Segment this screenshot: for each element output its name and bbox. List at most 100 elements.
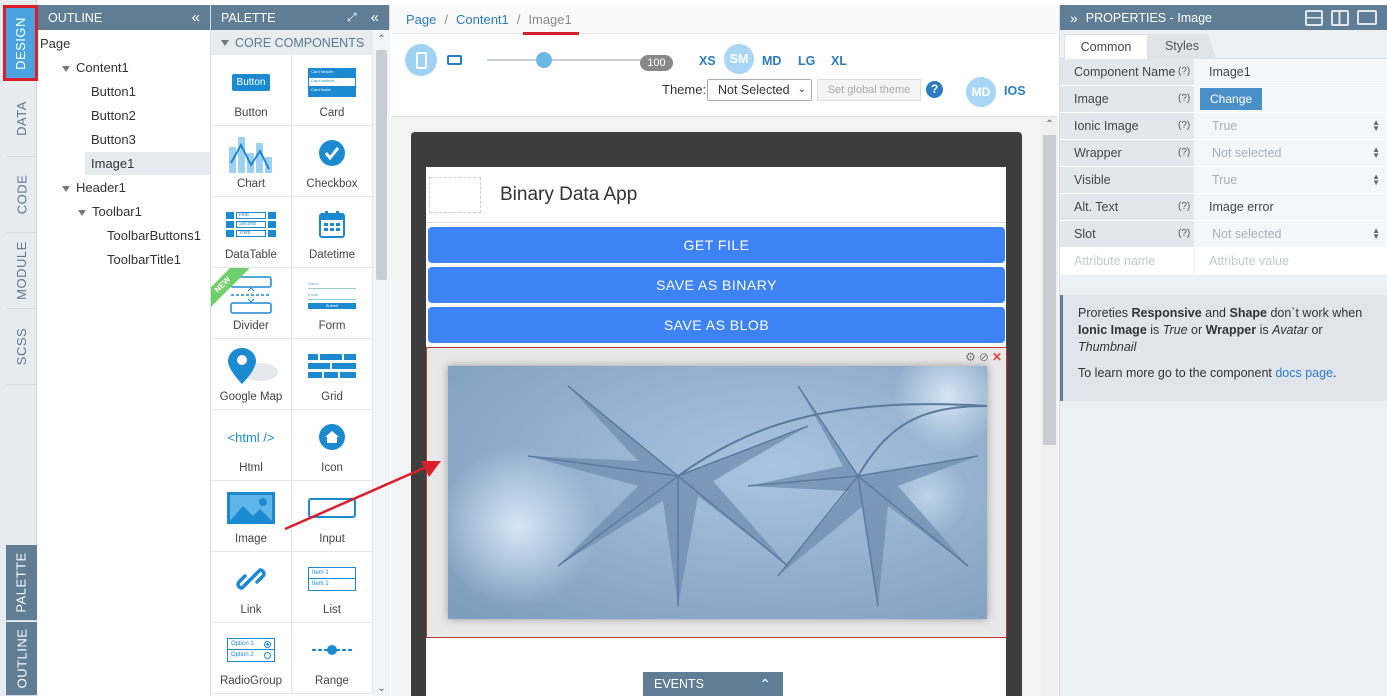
- help-icon[interactable]: (?): [1178, 194, 1190, 220]
- mode-md-button[interactable]: MD: [966, 77, 996, 107]
- palette-item-radiogroup[interactable]: Option 1 Option 2 RadioGroup: [211, 623, 292, 694]
- slot-select[interactable]: Not selected ▲ ▼: [1194, 221, 1387, 247]
- expand-caret-icon[interactable]: [62, 65, 70, 72]
- change-image-button[interactable]: Change: [1200, 88, 1263, 110]
- component-name-field[interactable]: Image1: [1194, 59, 1387, 85]
- save-as-binary-button[interactable]: SAVE AS BINARY: [428, 267, 1005, 303]
- folder-icon[interactable]: [1357, 10, 1377, 25]
- chart-icon: [227, 132, 275, 174]
- tab-code[interactable]: CODE: [6, 157, 37, 233]
- tree-item-toolbarbuttons1[interactable]: ToolbarButtons1: [107, 224, 201, 247]
- expand-caret-icon[interactable]: [78, 209, 86, 216]
- alt-text-field[interactable]: Image error: [1194, 194, 1387, 220]
- help-icon[interactable]: (?): [1178, 113, 1190, 139]
- tree-item-toolbartitle1[interactable]: ToolbarTitle1: [107, 248, 181, 271]
- tab-palette[interactable]: PALETTE: [6, 545, 37, 621]
- mode-ios-button[interactable]: IOS: [1004, 84, 1026, 98]
- tree-item-button2[interactable]: Button2: [91, 104, 136, 127]
- palette-item-card[interactable]: Card header Card content Card footer Car…: [292, 55, 373, 126]
- scroll-down-icon[interactable]: ⌄: [373, 683, 390, 694]
- prop-row-custom-attribute: Attribute name Attribute value: [1060, 248, 1387, 275]
- help-icon[interactable]: (?): [1178, 140, 1190, 166]
- palette-item-range[interactable]: Range: [292, 623, 373, 694]
- get-file-button[interactable]: GET FILE: [428, 227, 1005, 263]
- palette-section-header[interactable]: CORE COMPONENTS: [211, 30, 373, 55]
- phone-portrait-button[interactable]: [405, 44, 437, 76]
- tree-item-header1[interactable]: Header1: [62, 176, 126, 199]
- help-icon[interactable]: (?): [1178, 59, 1190, 85]
- theme-select[interactable]: Not Selected ⌄: [707, 79, 812, 101]
- prop-row-component-name: Component Name (?) Image1: [1060, 59, 1387, 86]
- palette-item-datatable[interactable]: First Second Third DataTable: [211, 197, 292, 268]
- palette-scrollbar[interactable]: ⌃ ⌄: [373, 30, 390, 696]
- breadcrumb-page[interactable]: Page: [406, 12, 436, 27]
- tab-styles[interactable]: Styles: [1148, 34, 1216, 59]
- palette-item-form[interactable]: Name Email Submit Form: [292, 268, 373, 339]
- zoom-slider-track[interactable]: [487, 59, 647, 61]
- main-editor: Page / Content1 / Image1 100 XS SM MD LG…: [284, 5, 1058, 696]
- help-icon[interactable]: ?: [926, 81, 943, 98]
- palette-item-google-map[interactable]: Google Map: [211, 339, 292, 410]
- tree-item-label: Header1: [76, 180, 126, 195]
- palette-item-datetime[interactable]: Datetime: [292, 197, 373, 268]
- help-icon[interactable]: (?): [1178, 221, 1190, 247]
- image1-component[interactable]: ⚙ ⊘ ✕: [426, 347, 1007, 638]
- palette-item-button[interactable]: Button Button: [211, 55, 292, 126]
- collapse-icon[interactable]: «: [192, 9, 200, 26]
- collapse-icon[interactable]: «: [371, 9, 379, 26]
- scroll-up-icon[interactable]: ⌃: [373, 34, 390, 45]
- attribute-value-input[interactable]: Attribute value: [1209, 254, 1289, 268]
- palette-item-list[interactable]: Item 1 Item 2 List: [292, 552, 373, 623]
- visible-select[interactable]: True ▲ ▼: [1194, 167, 1387, 193]
- palette-item-divider[interactable]: NEW Divider: [211, 268, 292, 339]
- tree-item-button1[interactable]: Button1: [91, 80, 136, 103]
- tab-common[interactable]: Common: [1064, 34, 1148, 59]
- ionic-image-select[interactable]: True ▲ ▼: [1194, 113, 1387, 139]
- breakpoint-md[interactable]: MD: [762, 54, 781, 68]
- scroll-thumb[interactable]: [376, 50, 387, 280]
- layout-rows-icon[interactable]: [1305, 9, 1323, 26]
- save-as-blob-button[interactable]: SAVE AS BLOB: [428, 307, 1005, 343]
- breakpoint-lg[interactable]: LG: [798, 54, 815, 68]
- tab-data[interactable]: DATA: [6, 81, 37, 157]
- expand-icon[interactable]: ⤢: [347, 10, 357, 25]
- settings-gear-icon[interactable]: ⚙: [965, 350, 976, 364]
- palette-item-chart[interactable]: Chart: [211, 126, 292, 197]
- expand-caret-icon[interactable]: [62, 185, 70, 192]
- tab-scss[interactable]: SCSS: [6, 309, 37, 385]
- breadcrumb-content1[interactable]: Content1: [456, 12, 509, 27]
- tree-item-button3[interactable]: Button3: [91, 128, 136, 151]
- toolbar-buttons-placeholder[interactable]: [429, 177, 481, 213]
- zoom-slider-thumb[interactable]: [536, 52, 552, 68]
- scroll-thumb[interactable]: [1043, 135, 1056, 445]
- tree-item-page[interactable]: Page: [40, 32, 70, 55]
- wrapper-select[interactable]: Not selected ▲ ▼: [1194, 140, 1387, 166]
- palette-item-link[interactable]: Link: [211, 552, 292, 623]
- tree-item-label: Toolbar1: [92, 204, 142, 219]
- attribute-name-input[interactable]: Attribute name: [1074, 254, 1155, 268]
- layout-columns-icon[interactable]: [1331, 9, 1349, 26]
- disable-icon[interactable]: ⊘: [979, 350, 989, 364]
- tree-item-content1[interactable]: Content1: [62, 56, 129, 79]
- phone-landscape-icon[interactable]: [447, 55, 462, 65]
- scroll-up-icon[interactable]: ⌃: [1041, 119, 1058, 130]
- docs-page-link[interactable]: docs page: [1275, 366, 1333, 380]
- breakpoint-xs[interactable]: XS: [699, 54, 716, 68]
- tab-outline[interactable]: OUTLINE: [6, 622, 37, 696]
- events-panel-toggle[interactable]: EVENTS ⌃: [643, 672, 783, 696]
- tab-design[interactable]: DESIGN: [3, 5, 38, 81]
- tree-item-toolbar1[interactable]: Toolbar1: [78, 200, 142, 223]
- palette-item-checkbox[interactable]: Checkbox: [292, 126, 373, 197]
- palette-item-grid[interactable]: Grid: [292, 339, 373, 410]
- breakpoint-xl[interactable]: XL: [831, 54, 847, 68]
- app-header[interactable]: Binary Data App: [426, 167, 1006, 223]
- expand-panel-icon[interactable]: »: [1070, 10, 1078, 26]
- set-global-theme-button[interactable]: Set global theme: [817, 79, 921, 101]
- help-icon[interactable]: (?): [1178, 86, 1190, 112]
- tree-item-image1[interactable]: Image1: [85, 152, 210, 175]
- app-title[interactable]: Binary Data App: [500, 184, 637, 206]
- breakpoint-sm[interactable]: SM: [724, 44, 754, 74]
- close-icon[interactable]: ✕: [992, 350, 1002, 364]
- tab-module[interactable]: MODULE: [6, 233, 37, 309]
- canvas-scrollbar[interactable]: ⌃: [1041, 117, 1058, 696]
